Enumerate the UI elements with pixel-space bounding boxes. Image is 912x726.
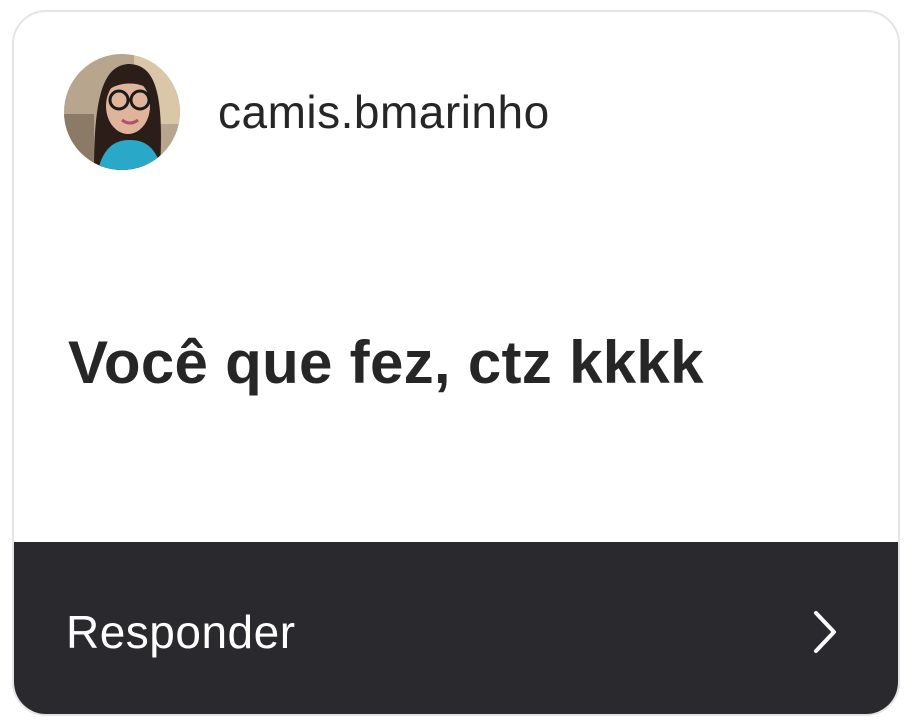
reply-button[interactable]: Responder bbox=[14, 542, 898, 714]
avatar-photo-icon bbox=[64, 54, 180, 170]
comment-header: camis.bmarinho bbox=[64, 54, 550, 170]
chevron-right-icon bbox=[814, 611, 836, 653]
comment-text: Você que fez, ctz kkkk bbox=[68, 329, 704, 396]
avatar[interactable] bbox=[64, 54, 180, 170]
reply-label: Responder bbox=[66, 606, 296, 658]
username[interactable]: camis.bmarinho bbox=[218, 85, 550, 139]
comment-card: camis.bmarinho Você que fez, ctz kkkk Re… bbox=[12, 10, 900, 716]
